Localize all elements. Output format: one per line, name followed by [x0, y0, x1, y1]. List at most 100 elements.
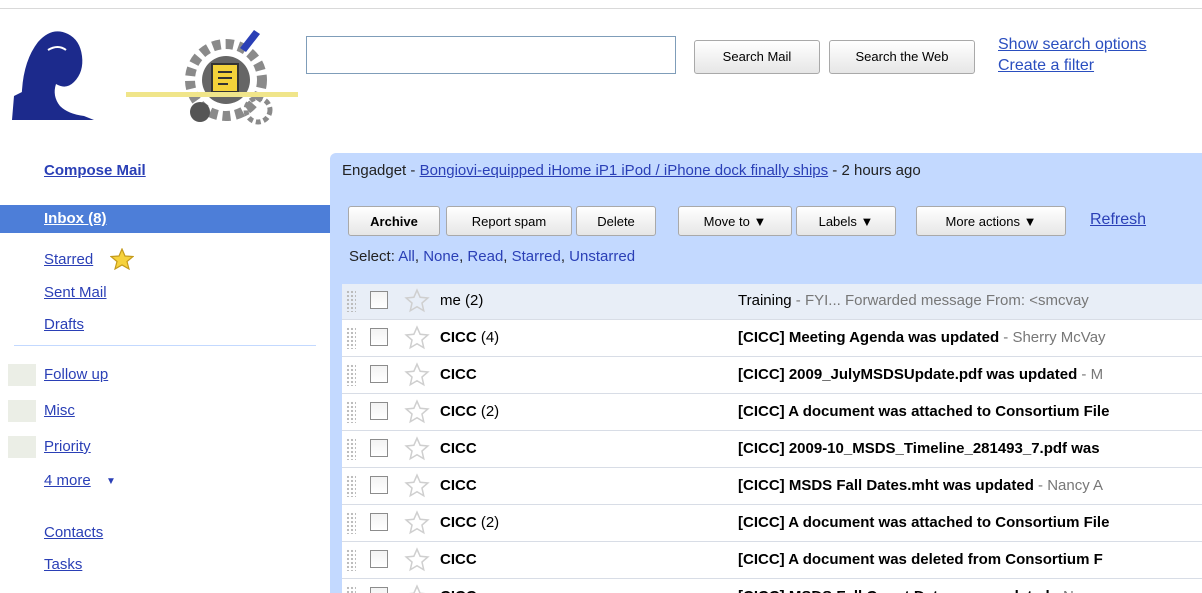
subject-text: [CICC] 2009_JulyMSDSUpdate.pdf was updat… — [738, 366, 1078, 383]
message-checkbox[interactable] — [370, 365, 388, 383]
subject-text: [CICC] MSDS Fall Dates.mht was updated — [738, 477, 1034, 494]
sidebar-item-sent[interactable]: Sent Mail — [44, 284, 107, 301]
news-headline-link[interactable]: Bongiovi-equipped iHome iP1 iPod / iPhon… — [420, 162, 829, 179]
message-sender: CICC — [440, 477, 477, 494]
subject-text: [CICC] A document was attached to Consor… — [738, 403, 1110, 420]
refresh-link[interactable]: Refresh — [1090, 211, 1146, 229]
sidebar-item-starred[interactable]: Starred — [44, 251, 93, 268]
message-sender: CICC (2) — [440, 403, 499, 420]
sender-name: me — [440, 292, 461, 309]
message-checkbox[interactable] — [370, 587, 388, 593]
news-age: - 2 hours ago — [828, 162, 921, 179]
star-icon[interactable] — [404, 510, 430, 536]
sidebar-label-priority[interactable]: Priority — [44, 438, 91, 455]
labels-label: Labels — [818, 214, 857, 229]
archive-button[interactable]: Archive — [348, 206, 440, 236]
message-subject: Training - FYI... Forwarded message From… — [738, 292, 1089, 309]
select-read-link[interactable]: Read — [467, 248, 503, 265]
label-color-swatch — [8, 436, 36, 458]
search-input[interactable] — [306, 36, 676, 74]
drag-handle-icon[interactable] — [346, 549, 356, 571]
more-actions-button[interactable]: More actions ▼ — [916, 206, 1066, 236]
drag-handle-icon[interactable] — [346, 586, 356, 593]
message-snippet: - Nancy A — [1033, 477, 1104, 494]
search-mail-button[interactable]: Search Mail — [694, 40, 820, 74]
message-checkbox[interactable] — [370, 550, 388, 568]
subject-text: [CICC] Meeting Agenda was updated — [738, 329, 1000, 346]
message-subject: [CICC] A document was deleted from Conso… — [738, 551, 1103, 568]
message-row[interactable]: CICC (2) [CICC] A document was attached t… — [342, 395, 1202, 431]
message-row[interactable]: CICC (4) [CICC] Meeting Agenda was update… — [342, 321, 1202, 357]
message-subject: [CICC] 2009_JulyMSDSUpdate.pdf was updat… — [738, 366, 1103, 383]
subject-text: Training — [738, 292, 792, 309]
message-row[interactable]: CICC (2) [CICC] A document was attached t… — [342, 506, 1202, 542]
star-icon[interactable] — [404, 584, 430, 593]
move-to-button[interactable]: Move to ▼ — [678, 206, 792, 236]
message-checkbox[interactable] — [370, 328, 388, 346]
star-icon[interactable] — [404, 325, 430, 351]
thread-count: (2) — [465, 292, 484, 309]
drag-handle-icon[interactable] — [346, 401, 356, 423]
subject-text: [CICC] A document was deleted from Conso… — [738, 551, 1103, 568]
drag-handle-icon[interactable] — [346, 475, 356, 497]
select-starred-link[interactable]: Starred — [512, 248, 561, 265]
message-checkbox[interactable] — [370, 439, 388, 457]
drag-handle-icon[interactable] — [346, 364, 356, 386]
more-labels-link[interactable]: 4 more — [44, 472, 91, 489]
select-all-link[interactable]: All — [398, 248, 415, 265]
message-snippet: - Nancy — [1050, 588, 1106, 593]
sidebar-item-contacts[interactable]: Contacts — [44, 524, 103, 541]
select-bar: Select: All, None, Read, Starred, Unstar… — [349, 248, 636, 265]
star-icon[interactable] — [404, 473, 430, 499]
message-sender: CICC — [440, 551, 477, 568]
star-icon[interactable] — [404, 288, 430, 314]
message-row[interactable]: CICC [CICC] MSDS Fall Dates.mht was upda… — [342, 469, 1202, 505]
star-icon[interactable] — [404, 547, 430, 573]
message-checkbox[interactable] — [370, 513, 388, 531]
star-icon — [109, 247, 135, 274]
message-sender: CICC — [440, 366, 477, 383]
message-checkbox[interactable] — [370, 476, 388, 494]
show-search-options-link[interactable]: Show search options — [998, 36, 1147, 54]
message-subject: [CICC] MSDS Fall Dates.mht was updated -… — [738, 477, 1103, 494]
label-color-swatch — [8, 400, 36, 422]
message-sender: me (2) — [440, 292, 483, 309]
message-checkbox[interactable] — [370, 402, 388, 420]
top-divider — [0, 8, 1202, 9]
sender-name: CICC — [440, 514, 477, 531]
sidebar-item-drafts[interactable]: Drafts — [44, 316, 84, 333]
sidebar-item-tasks[interactable]: Tasks — [44, 556, 82, 573]
caret-down-icon[interactable]: ▼ — [106, 476, 116, 487]
message-row[interactable]: CICC [CICC] 2009_JulyMSDSUpdate.pdf was … — [342, 358, 1202, 394]
star-icon[interactable] — [404, 436, 430, 462]
drag-handle-icon[interactable] — [346, 512, 356, 534]
sidebar-label-follow-up[interactable]: Follow up — [44, 366, 108, 383]
message-row[interactable]: CICC [CICC] 2009-10_MSDS_Timeline_281493… — [342, 432, 1202, 468]
select-none-link[interactable]: None — [423, 248, 459, 265]
star-icon[interactable] — [404, 399, 430, 425]
delete-button[interactable]: Delete — [576, 206, 656, 236]
drag-handle-icon[interactable] — [346, 327, 356, 349]
drag-handle-icon[interactable] — [346, 438, 356, 460]
message-row[interactable]: CICC [CICC] A document was deleted from … — [342, 543, 1202, 579]
star-icon[interactable] — [404, 362, 430, 388]
sidebar-item-inbox[interactable]: Inbox (8) — [0, 205, 333, 233]
report-spam-button[interactable]: Report spam — [446, 206, 572, 236]
message-snippet: - Sherry McVay — [999, 329, 1106, 346]
subject-text: [CICC] MSDS Fall Count Dates was updated — [738, 588, 1050, 593]
message-subject: [CICC] MSDS Fall Count Dates was updated… — [738, 588, 1106, 593]
message-checkbox[interactable] — [370, 291, 388, 309]
drag-handle-icon[interactable] — [346, 290, 356, 312]
select-unstarred-link[interactable]: Unstarred — [569, 248, 635, 265]
message-row[interactable]: me (2) Training - FYI... Forwarded messag… — [342, 284, 1202, 320]
caret-down-icon: ▼ — [753, 214, 767, 229]
subject-text: [CICC] A document was attached to Consor… — [738, 514, 1110, 531]
search-web-button[interactable]: Search the Web — [829, 40, 975, 74]
sidebar-label-misc[interactable]: Misc — [44, 402, 75, 419]
compose-mail-link[interactable]: Compose Mail — [44, 162, 146, 179]
sender-name: CICC — [440, 403, 477, 420]
news-clip: Engadget - Bongiovi-equipped iHome iP1 i… — [342, 162, 921, 179]
message-row[interactable]: CICC [CICC] MSDS Fall Count Dates was up… — [342, 580, 1202, 593]
create-filter-link[interactable]: Create a filter — [998, 57, 1094, 75]
labels-button[interactable]: Labels ▼ — [796, 206, 896, 236]
